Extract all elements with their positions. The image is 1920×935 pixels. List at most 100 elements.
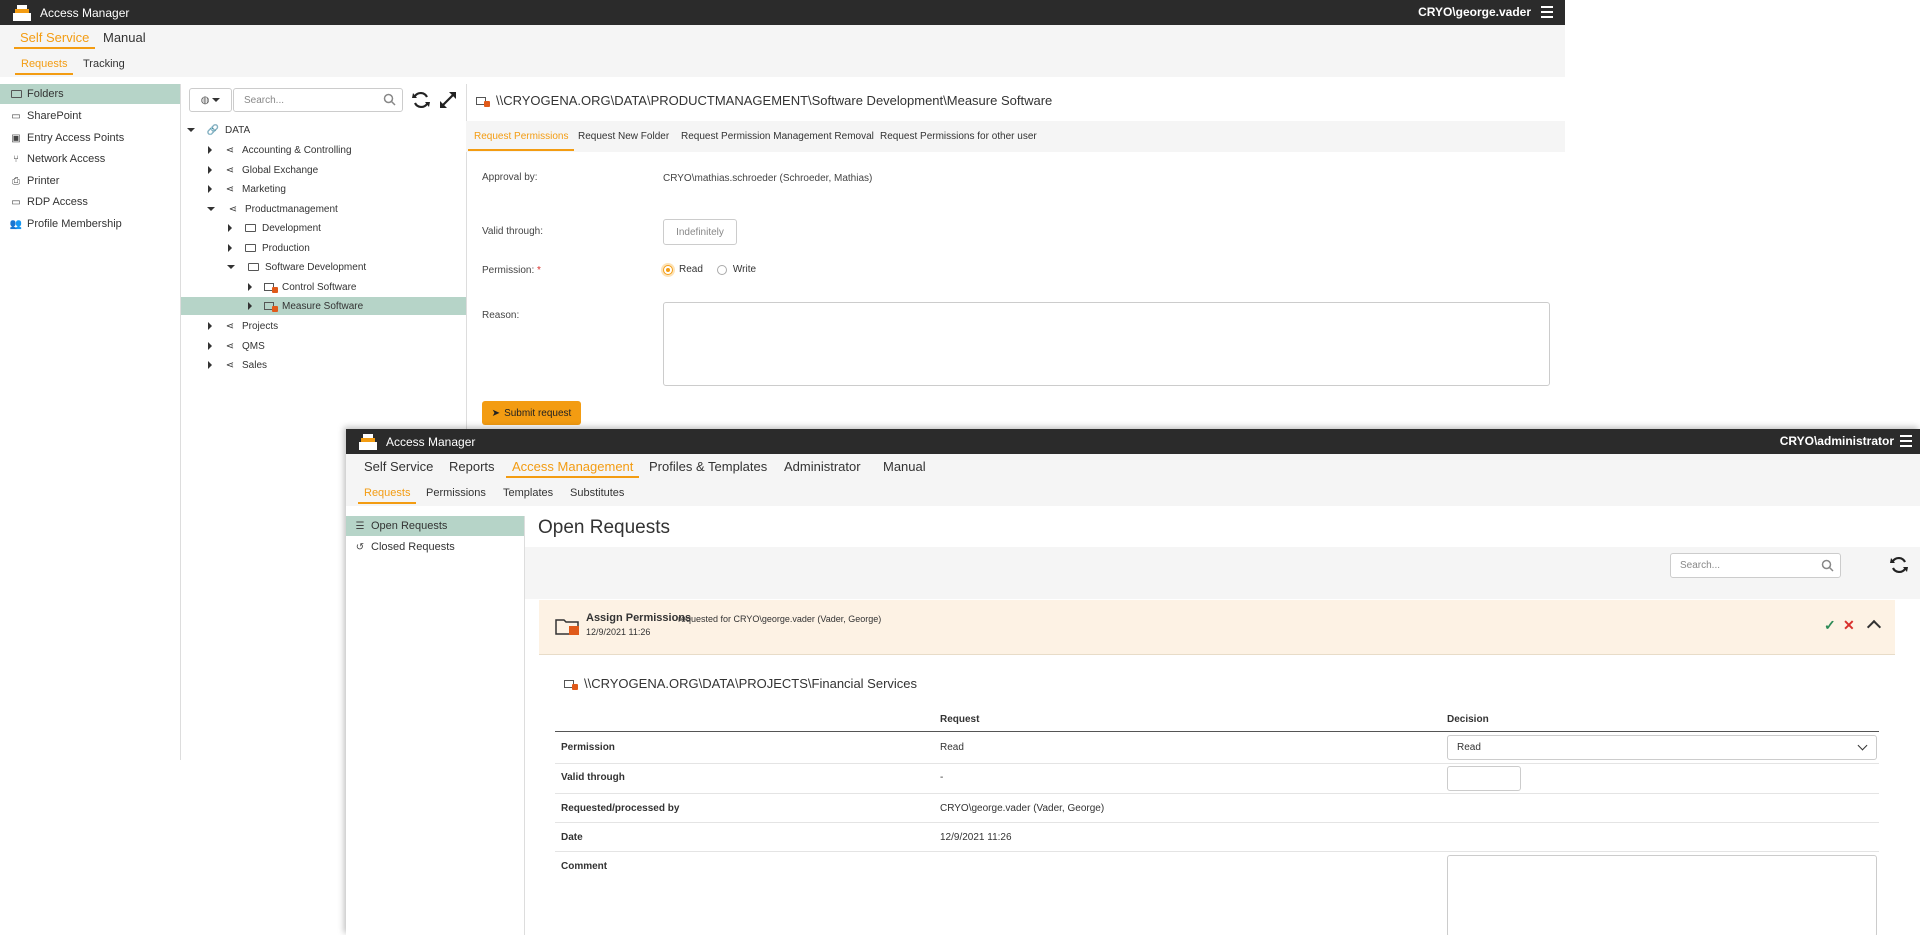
tab-request-new-folder[interactable]: Request New Folder — [578, 131, 669, 142]
share-icon: ⋖ — [225, 164, 235, 176]
caret-right-icon[interactable] — [228, 244, 232, 252]
tree-node-productmanagement[interactable]: ⋖ Productmanagement — [207, 200, 338, 218]
approval-label: Approval by: — [482, 172, 538, 183]
permission-decision-select[interactable]: Read — [1447, 735, 1877, 760]
page-title: Open Requests — [538, 517, 671, 538]
subnav-templates[interactable]: Templates — [503, 487, 553, 499]
branch-icon: ⑂ — [13, 153, 19, 165]
tree-node-root[interactable]: 🔗 DATA — [187, 121, 250, 139]
nav-profiles-templates[interactable]: Profiles & Templates — [649, 459, 767, 474]
radio-write[interactable] — [716, 264, 727, 275]
tree-node-control-software[interactable]: Control Software — [248, 278, 356, 296]
current-user[interactable]: CRYO\george.vader — [1418, 5, 1531, 19]
access-management-window: Access Manager CRYO\administrator Self S… — [346, 429, 1920, 935]
main-nav: Self Service Manual — [0, 25, 1565, 51]
radio-read[interactable] — [663, 264, 673, 275]
subnav-requests[interactable]: Requests — [14, 58, 75, 75]
tab-request-permissions-other-user[interactable]: Request Permissions for other user — [880, 131, 1037, 142]
reject-icon[interactable]: ✕ — [1843, 617, 1855, 634]
tree-node-software-development[interactable]: Software Development — [227, 258, 366, 276]
sidebar-item-rdp-access[interactable]: ▭ RDP Access — [0, 192, 180, 212]
folder-icon — [247, 261, 259, 273]
caret-right-icon[interactable] — [228, 224, 232, 232]
sidebar-item-sharepoint[interactable]: ▭ SharePoint — [0, 106, 180, 126]
tree-node-accounting[interactable]: ⋖ Accounting & Controlling — [208, 141, 352, 159]
request-date: 12/9/2021 11:26 — [586, 627, 651, 637]
sidebar-item-folders[interactable]: Folders — [0, 84, 180, 104]
send-icon: ➤ — [491, 407, 501, 419]
sidebar-item-network-access[interactable]: ⑂ Network Access — [0, 149, 180, 169]
tab-request-permission-management-removal[interactable]: Request Permission Management Removal — [681, 131, 874, 142]
permission-radio-group: Read Write — [663, 264, 756, 275]
caret-right-icon[interactable] — [208, 322, 212, 330]
tree-node-sales[interactable]: ⋖ Sales — [208, 356, 267, 374]
valid-through-label: Valid through: — [482, 226, 543, 237]
refresh-icon[interactable] — [1889, 555, 1909, 575]
tree-node-development[interactable]: Development — [228, 219, 321, 237]
nav-self-service[interactable]: Self Service — [364, 459, 433, 474]
tree-node-label: DATA — [225, 124, 251, 136]
tree-node-global-exchange[interactable]: ⋖ Global Exchange — [208, 161, 318, 179]
tree-node-production[interactable]: Production — [228, 239, 310, 257]
tree-search-input[interactable]: Search... — [233, 88, 403, 112]
folder-path-heading: \\CRYOGENA.ORG\DATA\PRODUCTMANAGEMENT\So… — [476, 93, 1052, 108]
caret-down-icon[interactable] — [187, 128, 195, 132]
scope-dropdown[interactable]: ◍ — [189, 88, 232, 112]
hamburger-menu-icon[interactable] — [1541, 6, 1553, 18]
sidebar-item-profile-membership[interactable]: 👥 Profile Membership — [0, 214, 180, 234]
row-request-value: - — [940, 772, 944, 783]
current-user[interactable]: CRYO\administrator — [1780, 434, 1894, 448]
approve-icon[interactable]: ✓ — [1824, 617, 1836, 634]
refresh-icon[interactable] — [411, 90, 431, 110]
hamburger-menu-icon[interactable] — [1900, 435, 1912, 447]
search-icon[interactable] — [383, 93, 396, 109]
nav-manual[interactable]: Manual — [103, 30, 146, 45]
id-card-icon: ▣ — [11, 132, 21, 144]
caret-right-icon[interactable] — [208, 342, 212, 350]
tree-node-marketing[interactable]: ⋖ Marketing — [208, 180, 286, 198]
sidebar-item-closed-requests[interactable]: ↺ Closed Requests — [346, 537, 524, 557]
row-label: Permission — [561, 742, 615, 753]
nav-self-service[interactable]: Self Service — [13, 30, 96, 49]
caret-right-icon[interactable] — [208, 166, 212, 174]
row-divider — [555, 851, 1879, 852]
search-icon[interactable] — [1821, 559, 1834, 575]
approval-value: CRYO\mathias.schroeder (Schroeder, Mathi… — [663, 173, 873, 184]
subnav-substitutes[interactable]: Substitutes — [570, 487, 624, 499]
tree-node-label: Productmanagement — [245, 203, 338, 215]
nav-access-management[interactable]: Access Management — [505, 459, 640, 478]
tree-node-measure-software[interactable]: Measure Software — [181, 297, 466, 315]
sidebar-item-open-requests[interactable]: ☰ Open Requests — [346, 516, 524, 536]
subnav-requests[interactable]: Requests — [357, 487, 418, 504]
tree-node-qms[interactable]: ⋖ QMS — [208, 337, 265, 355]
expand-icon[interactable] — [438, 90, 458, 110]
caret-right-icon[interactable] — [248, 283, 252, 291]
row-label: Date — [561, 832, 583, 843]
caret-down-icon[interactable] — [227, 265, 235, 269]
caret-right-icon[interactable] — [208, 361, 212, 369]
subnav-permissions[interactable]: Permissions — [426, 487, 486, 499]
subnav-tracking[interactable]: Tracking — [83, 58, 125, 70]
valid-through-decision-input[interactable] — [1447, 766, 1521, 791]
collapse-icon[interactable] — [1866, 619, 1882, 635]
tab-request-permissions[interactable]: Request Permissions — [467, 131, 576, 151]
requests-search-input[interactable]: Search... — [1670, 553, 1841, 578]
tree-node-label: Production — [262, 242, 310, 254]
caret-right-icon[interactable] — [208, 146, 212, 154]
nav-reports[interactable]: Reports — [449, 459, 495, 474]
sidebar-item-label: RDP Access — [27, 196, 88, 208]
valid-through-input[interactable]: Indefinitely — [663, 219, 737, 245]
caret-down-icon[interactable] — [207, 207, 215, 211]
nav-administrator[interactable]: Administrator — [784, 459, 861, 474]
reason-textarea[interactable] — [663, 302, 1550, 386]
requested-for: requested for CRYO\george.vader (Vader, … — [678, 614, 882, 624]
nav-manual[interactable]: Manual — [883, 459, 926, 474]
caret-right-icon[interactable] — [208, 185, 212, 193]
sidebar-item-entry-access-points[interactable]: ▣ Entry Access Points — [0, 128, 180, 148]
sidebar-item-printer[interactable]: ⎙ Printer — [0, 171, 180, 191]
request-card-header[interactable]: Assign Permissions requested for CRYO\ge… — [539, 600, 1895, 655]
caret-right-icon[interactable] — [248, 302, 252, 310]
tree-node-projects[interactable]: ⋖ Projects — [208, 317, 278, 335]
comment-textarea[interactable] — [1447, 855, 1877, 935]
submit-request-button[interactable]: ➤ Submit request — [482, 401, 581, 425]
